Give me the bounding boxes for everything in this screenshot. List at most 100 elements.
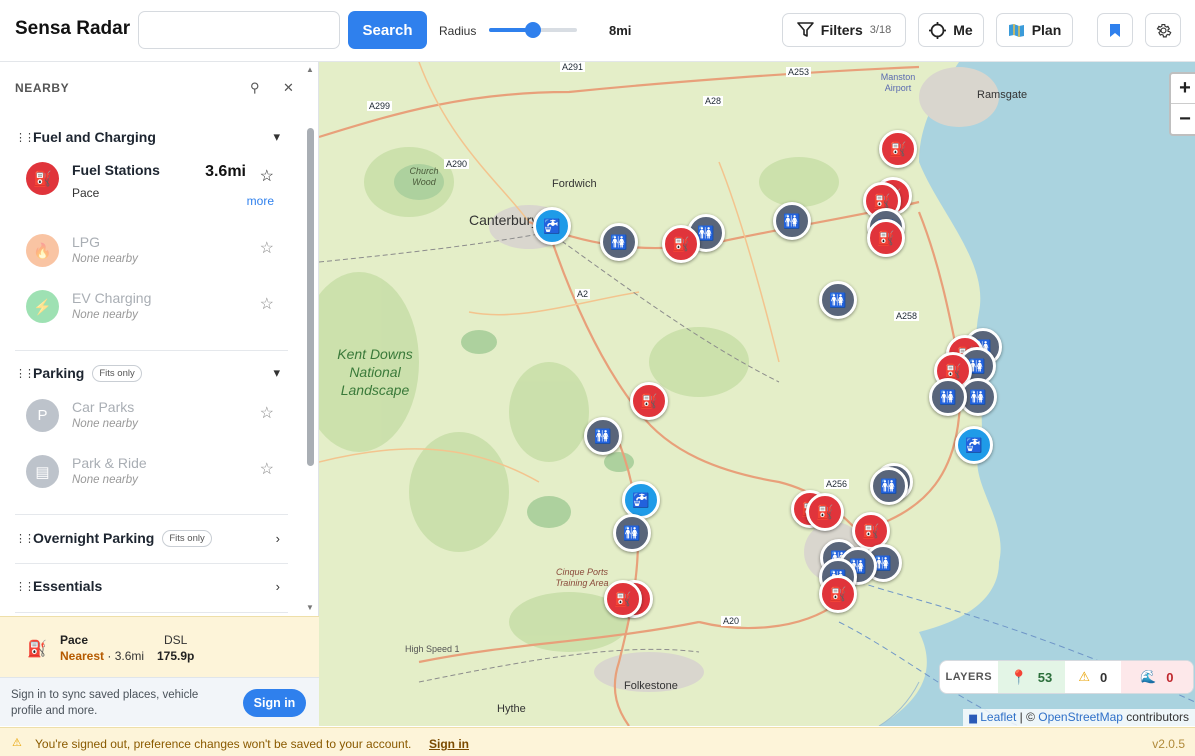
toilets-marker[interactable]: 🚻 [584,417,622,455]
settings-button[interactable] [1145,13,1181,47]
star-icon[interactable]: ☆ [260,403,274,423]
category-title: Essentials [33,578,103,594]
fuel-marker[interactable]: ⛽ [604,580,642,618]
nearest-summary: Nearest · 3.6mi [60,649,144,663]
nearest-fuel-card[interactable]: ⛽ Pace Nearest · 3.6mi DSL 175.9p [0,616,319,677]
road-label: A299 [367,101,393,111]
fuel-marker[interactable]: ⛽ [662,225,700,263]
leaflet-link[interactable]: Leaflet [980,710,1016,724]
pin-icon: 📍 [1010,668,1028,685]
layer-toggle-places[interactable]: 📍 53 [997,661,1066,693]
ukraine-flag-icon: ▆ [969,713,977,724]
toilets-marker[interactable]: 🚻 [929,378,967,416]
drag-handle-icon[interactable]: ⋮⋮ [15,367,35,380]
radius-slider-handle[interactable] [525,22,541,38]
star-icon[interactable]: ☆ [260,459,274,479]
fuel-pump-icon: ⛽ [27,641,47,658]
layer-count-places: 53 [1037,669,1053,685]
pin-sidebar-icon[interactable]: ⚲ [250,80,260,96]
category-essentials[interactable]: ⋮⋮ Essentials › [15,571,288,601]
nearest-brand: Pace [60,633,89,647]
layer-count-warnings: 0 [1100,669,1108,685]
star-icon[interactable]: ☆ [260,238,274,258]
zoom-control: + − [1169,72,1195,136]
drag-handle-icon[interactable]: ⋮⋮ [15,532,35,545]
layer-count-water: 0 [1166,669,1174,685]
item-name: LPG [72,234,101,250]
close-icon[interactable]: ✕ [283,80,294,96]
road-label: A290 [444,159,470,169]
zoom-in-button[interactable]: + [1171,74,1195,104]
me-button[interactable]: Me [918,13,984,47]
list-item-fuel-stations[interactable]: ⛽ Fuel Stations Pace 3.6mi ☆ more [26,158,278,208]
layer-toggle-water[interactable]: 🌊 0 [1120,661,1193,693]
sidebar-scrollbar[interactable] [307,128,314,466]
scroll-up-icon[interactable]: ▲ [306,65,314,74]
road-label: A291 [560,62,586,72]
star-icon[interactable]: ☆ [260,294,274,314]
plan-button[interactable]: Plan [996,13,1073,47]
road-label: A253 [786,67,812,77]
crosshair-icon [929,21,947,39]
drag-handle-icon[interactable]: ⋮⋮ [15,131,35,144]
item-brand: Pace [72,186,100,200]
ev-plug-icon: ⚡ [26,290,59,323]
list-item-car-parks[interactable]: P Car Parks None nearby ☆ [26,395,278,439]
top-bar: Sensa Radar Search Radius 8mi Filters 3/… [0,0,1195,62]
water-marker[interactable]: 🚰 [955,426,993,464]
divider [15,612,288,613]
flame-icon: 🔥 [26,234,59,267]
toilets-marker[interactable]: 🚻 [819,281,857,319]
osm-link[interactable]: OpenStreetMap [1038,710,1123,724]
road-label: A258 [894,311,920,321]
search-input[interactable] [138,11,340,49]
divider [15,514,288,515]
drag-handle-icon[interactable]: ⋮⋮ [15,580,35,593]
banner-signin-link[interactable]: Sign in [429,737,469,751]
map-label-fordwich: Fordwich [552,178,597,190]
parking-icon: P [26,399,59,432]
attribution-suffix: contributors [1122,710,1189,724]
list-item-lpg[interactable]: 🔥 LPG None nearby ☆ [26,230,278,274]
toilets-marker[interactable]: 🚻 [773,202,811,240]
plan-label: Plan [1031,22,1062,38]
category-parking[interactable]: ⋮⋮ Parking Fits only ▾ [15,358,288,388]
fuel-pump-icon: ⛽ [26,162,59,195]
toilets-marker[interactable]: 🚻 [613,514,651,552]
chevron-right-icon[interactable]: › [276,579,280,594]
category-fuel-and-charging[interactable]: ⋮⋮ Fuel and Charging ▾ [15,122,288,152]
scroll-down-icon[interactable]: ▼ [306,603,314,612]
toilets-marker[interactable]: 🚻 [600,223,638,261]
chevron-down-icon[interactable]: ▾ [273,129,280,145]
category-title: Overnight Parking [33,530,155,546]
layer-toggle-warnings[interactable]: ⚠ 0 [1065,661,1121,693]
chevron-down-icon[interactable]: ▾ [273,365,280,381]
fuel-marker[interactable]: ⛽ [879,130,917,168]
more-link[interactable]: more [247,194,274,208]
list-item-park-and-ride[interactable]: ▤ Park & Ride None nearby ☆ [26,451,278,495]
road-label: A2 [575,289,591,299]
fuel-marker[interactable]: ⛽ [867,219,905,257]
layers-panel: LAYERS 📍 53 ⚠ 0 🌊 0 [939,660,1194,694]
category-overnight-parking[interactable]: ⋮⋮ Overnight Parking Fits only › [15,523,288,553]
item-status: None nearby [72,309,138,321]
fits-only-badge[interactable]: Fits only [92,364,142,382]
water-marker[interactable]: 🚰 [533,207,571,245]
radius-slider[interactable] [489,22,577,38]
fits-only-badge[interactable]: Fits only [162,529,212,547]
star-icon[interactable]: ☆ [260,166,274,186]
signin-button[interactable]: Sign in [243,689,306,717]
road-label: A256 [824,479,850,489]
fuel-marker[interactable]: ⛽ [806,493,844,531]
saved-button[interactable] [1097,13,1133,47]
chevron-right-icon[interactable]: › [276,531,280,546]
fuel-marker[interactable]: ⛽ [630,382,668,420]
map-view[interactable]: Canterbury Fordwich Church Wood Kent Dow… [319,62,1195,726]
filters-button[interactable]: Filters 3/18 [782,13,906,47]
list-item-ev-charging[interactable]: ⚡ EV Charging None nearby ☆ [26,286,278,330]
zoom-out-button[interactable]: − [1171,104,1195,134]
road-label: A28 [703,96,724,106]
toilets-marker[interactable]: 🚻 [870,467,908,505]
fuel-marker[interactable]: ⛽ [819,575,857,613]
search-button[interactable]: Search [348,11,427,49]
